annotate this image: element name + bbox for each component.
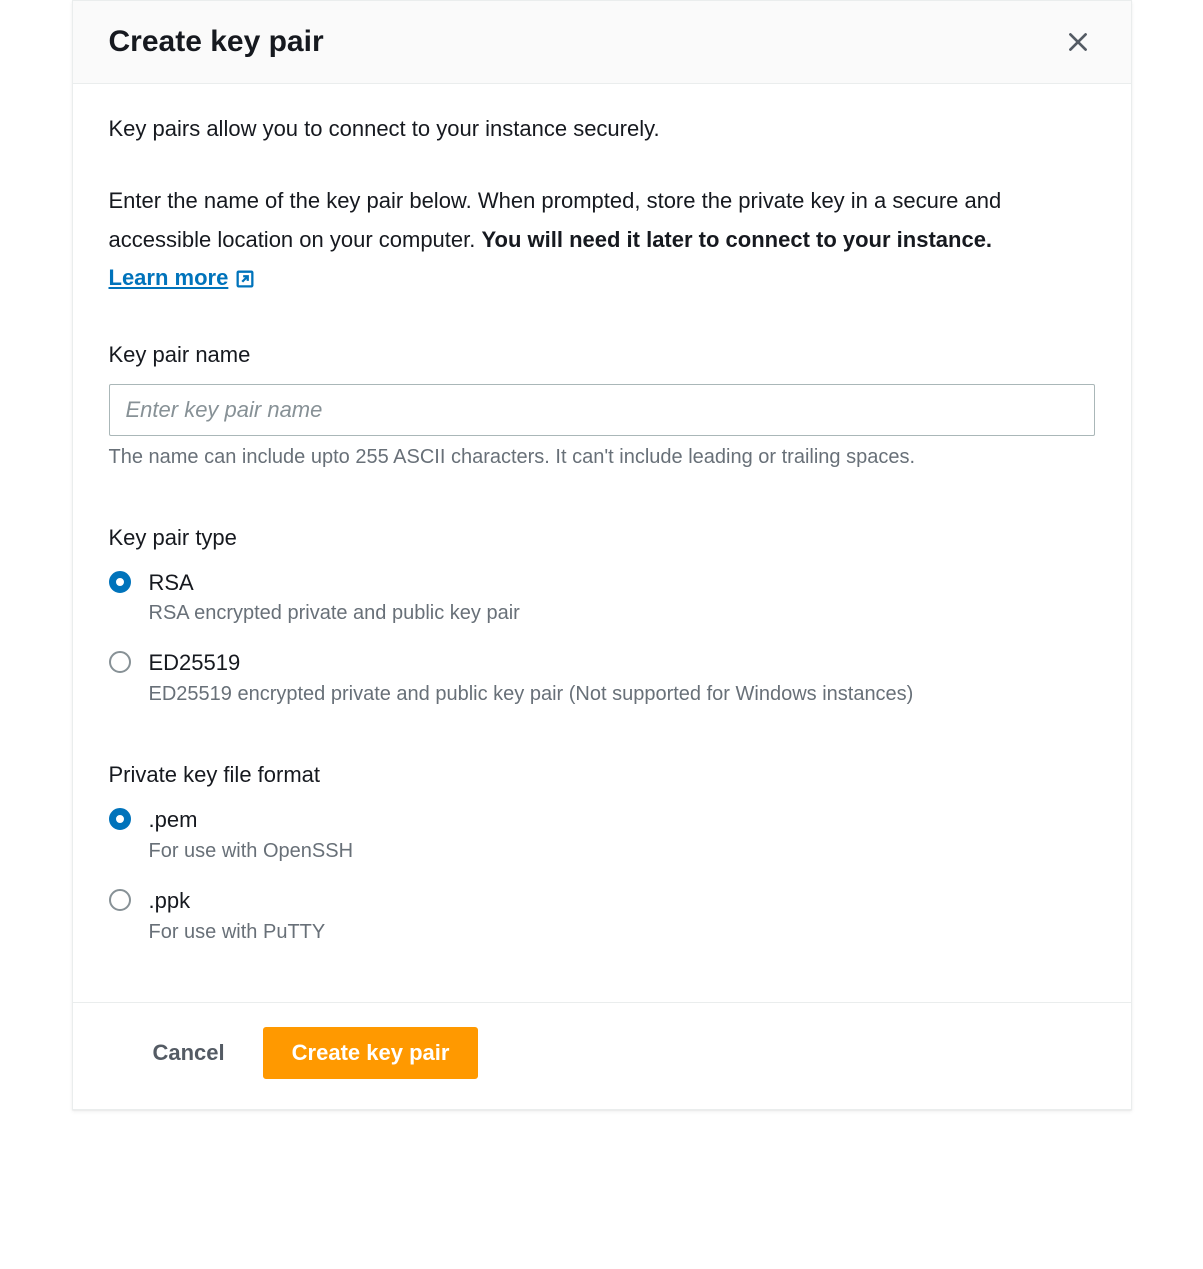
radio-desc-pem: For use with OpenSSH: [149, 840, 354, 863]
intro-line-1: Key pairs allow you to connect to your i…: [109, 112, 1095, 146]
radio-label-ppk: .ppk: [149, 885, 326, 917]
key-format-field: Private key file format .pem For use wit…: [109, 762, 1095, 944]
key-format-label: Private key file format: [109, 762, 1095, 788]
radio-input-ed25519[interactable]: [109, 651, 131, 673]
intro-paragraph: Enter the name of the key pair below. Wh…: [109, 182, 1095, 298]
learn-more-link[interactable]: Learn more: [109, 259, 257, 298]
radio-desc-rsa: RSA encrypted private and public key pai…: [149, 602, 520, 625]
radio-label-rsa: RSA: [149, 567, 520, 599]
keypair-name-field: Key pair name The name can include upto …: [109, 342, 1095, 469]
radio-option-ppk[interactable]: .ppk For use with PuTTY: [109, 885, 1095, 944]
close-icon: [1065, 29, 1091, 55]
radio-text-rsa: RSA RSA encrypted private and public key…: [149, 567, 520, 626]
radio-option-rsa[interactable]: RSA RSA encrypted private and public key…: [109, 567, 1095, 626]
create-keypair-button[interactable]: Create key pair: [263, 1027, 479, 1079]
learn-more-text: Learn more: [109, 259, 229, 298]
radio-option-ed25519[interactable]: ED25519 ED25519 encrypted private and pu…: [109, 647, 1095, 706]
modal-footer: Cancel Create key pair: [73, 1002, 1131, 1109]
radio-label-pem: .pem: [149, 804, 354, 836]
cancel-button[interactable]: Cancel: [145, 1030, 233, 1076]
external-link-icon: [234, 259, 256, 298]
modal-title: Create key pair: [109, 25, 324, 59]
intro-text-bold: You will need it later to connect to you…: [481, 227, 992, 252]
radio-text-ed25519: ED25519 ED25519 encrypted private and pu…: [149, 647, 914, 706]
modal-body: Key pairs allow you to connect to your i…: [73, 84, 1131, 1002]
keypair-type-field: Key pair type RSA RSA encrypted private …: [109, 525, 1095, 707]
create-keypair-modal: Create key pair Key pairs allow you to c…: [72, 0, 1132, 1110]
radio-desc-ed25519: ED25519 encrypted private and public key…: [149, 683, 914, 706]
radio-desc-ppk: For use with PuTTY: [149, 921, 326, 944]
radio-label-ed25519: ED25519: [149, 647, 914, 679]
radio-input-ppk[interactable]: [109, 889, 131, 911]
keypair-name-helper: The name can include upto 255 ASCII char…: [109, 446, 1095, 469]
radio-input-pem[interactable]: [109, 808, 131, 830]
keypair-type-label: Key pair type: [109, 525, 1095, 551]
close-button[interactable]: [1061, 25, 1095, 59]
radio-text-pem: .pem For use with OpenSSH: [149, 804, 354, 863]
radio-input-rsa[interactable]: [109, 571, 131, 593]
modal-header: Create key pair: [73, 1, 1131, 84]
keypair-name-label: Key pair name: [109, 342, 1095, 368]
radio-option-pem[interactable]: .pem For use with OpenSSH: [109, 804, 1095, 863]
radio-text-ppk: .ppk For use with PuTTY: [149, 885, 326, 944]
keypair-name-input[interactable]: [109, 384, 1095, 436]
